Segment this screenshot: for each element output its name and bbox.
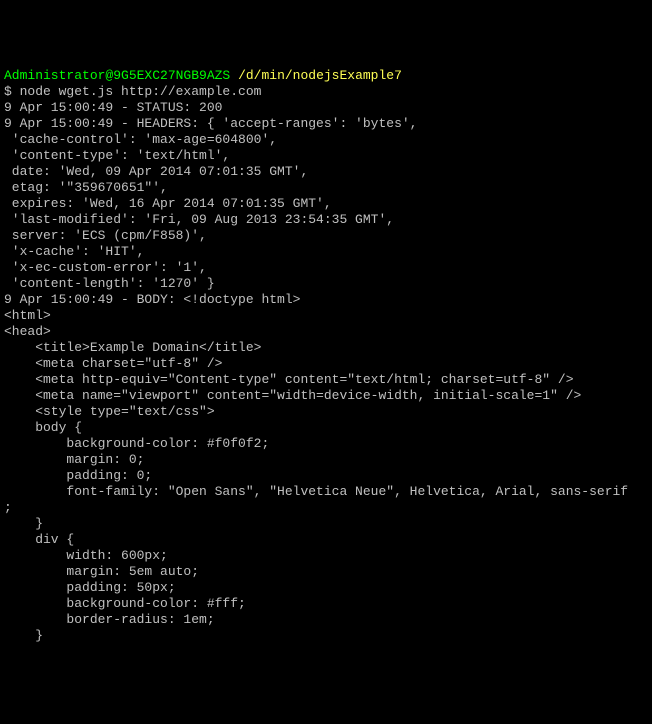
output-line: 9 Apr 15:00:49 - STATUS: 200 [4,100,648,116]
output-line: <title>Example Domain</title> [4,340,648,356]
output-line: <meta http-equiv="Content-type" content=… [4,372,648,388]
prompt-line: Administrator@9G5EXC27NGB9AZS /d/min/nod… [4,68,648,84]
output-line: } [4,516,648,532]
prompt-separator [230,68,238,83]
output-line: div { [4,532,648,548]
output-line: 'cache-control': 'max-age=604800', [4,132,648,148]
output-line: <html> [4,308,648,324]
output-line: 'x-ec-custom-error': '1', [4,260,648,276]
terminal-window[interactable]: Administrator@9G5EXC27NGB9AZS /d/min/nod… [4,68,648,644]
output-line: } [4,628,648,644]
output-line: body { [4,420,648,436]
output-line: expires: 'Wed, 16 Apr 2014 07:01:35 GMT'… [4,196,648,212]
output-line: 'last-modified': 'Fri, 09 Aug 2013 23:54… [4,212,648,228]
output-line: font-family: "Open Sans", "Helvetica Neu… [4,484,648,500]
output-line: border-radius: 1em; [4,612,648,628]
output-line: margin: 5em auto; [4,564,648,580]
output-line: padding: 0; [4,468,648,484]
output-line: 9 Apr 15:00:49 - HEADERS: { 'accept-rang… [4,116,648,132]
output-line: padding: 50px; [4,580,648,596]
output-line: <head> [4,324,648,340]
output-line: background-color: #fff; [4,596,648,612]
output-line: margin: 0; [4,452,648,468]
command-line: $ node wget.js http://example.com [4,84,648,100]
output-line: etag: '"359670651"', [4,180,648,196]
output-line: 'x-cache': 'HIT', [4,244,648,260]
output-line: <meta name="viewport" content="width=dev… [4,388,648,404]
output-line: background-color: #f0f0f2; [4,436,648,452]
output-line: ; [4,500,648,516]
output-line: <style type="text/css"> [4,404,648,420]
output-line: server: 'ECS (cpm/F858)', [4,228,648,244]
output-line: date: 'Wed, 09 Apr 2014 07:01:35 GMT', [4,164,648,180]
output-line: 9 Apr 15:00:49 - BODY: <!doctype html> [4,292,648,308]
prompt-user: Administrator@9G5EXC27NGB9AZS [4,68,230,83]
prompt-path: /d/min/nodejsExample7 [238,68,402,83]
output-line: width: 600px; [4,548,648,564]
output-line: 'content-length': '1270' } [4,276,648,292]
output-line: <meta charset="utf-8" /> [4,356,648,372]
output-line: 'content-type': 'text/html', [4,148,648,164]
